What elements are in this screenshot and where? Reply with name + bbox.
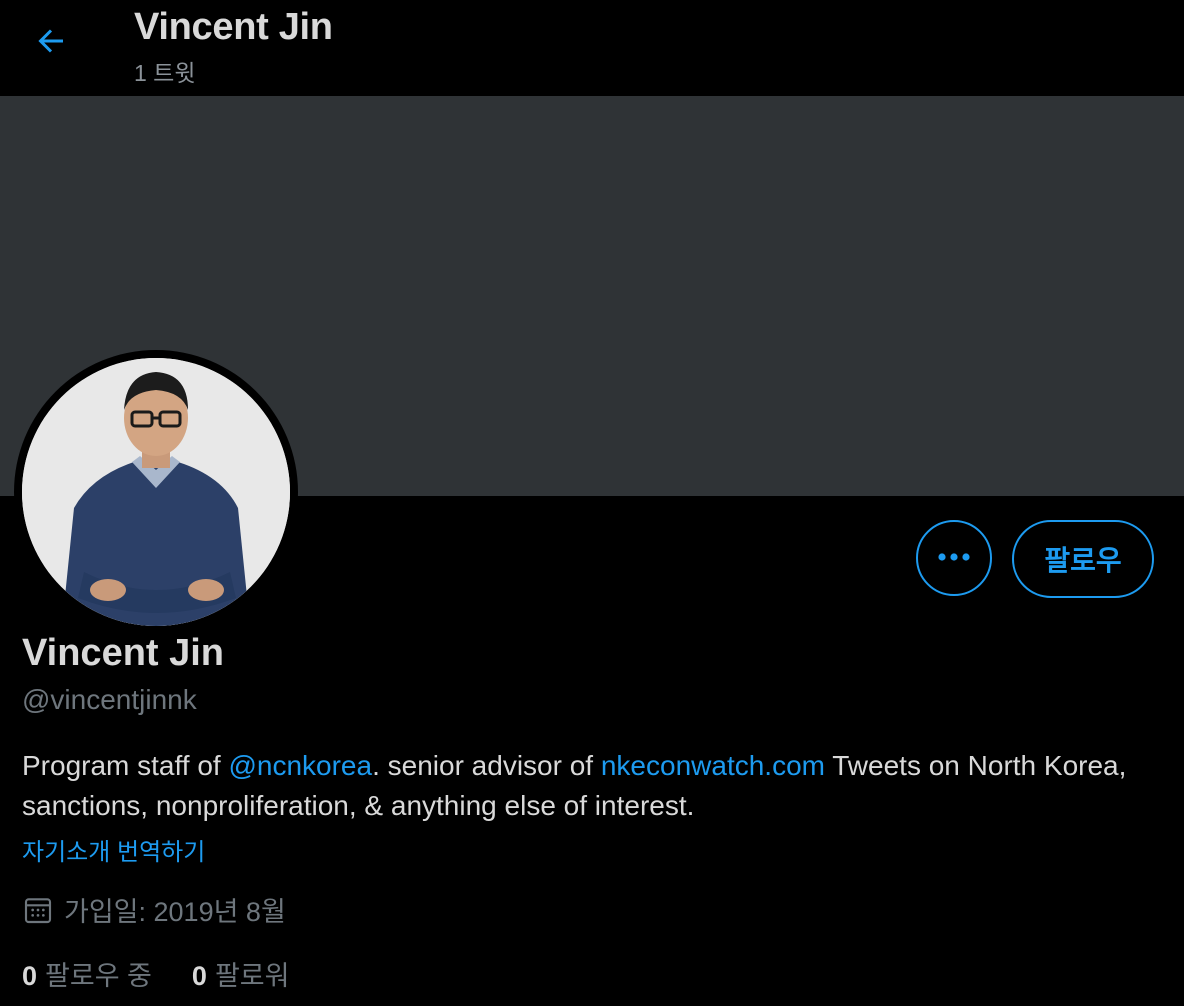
follow-button[interactable]: 팔로우 — [1012, 520, 1154, 598]
followers-count: 0 — [191, 961, 207, 991]
ellipsis-icon — [936, 549, 972, 567]
followers-link[interactable]: 0 팔로워 — [192, 954, 290, 993]
profile-bio: Program staff of @ncnkorea. senior advis… — [22, 746, 1162, 826]
back-button[interactable] — [22, 14, 80, 72]
profile-page: Vincent Jin 1 트윗 팔로우 Vincent Jin @vincen… — [0, 0, 1184, 1006]
following-link[interactable]: 0 팔로우 중 — [22, 954, 152, 993]
following-count: 0 — [22, 961, 38, 991]
calendar-icon — [22, 894, 54, 926]
more-options-button[interactable] — [916, 520, 992, 596]
followers-label: 팔로워 — [214, 961, 290, 991]
join-date: 가입일: 2019년 8월 — [22, 890, 286, 929]
join-date-text: 가입일: 2019년 8월 — [64, 897, 286, 927]
website-link[interactable]: nkeconwatch.com — [601, 750, 825, 781]
following-label: 팔로우 중 — [45, 961, 152, 991]
mention-link[interactable]: @ncnkorea — [228, 750, 372, 781]
top-header: Vincent Jin 1 트윗 — [0, 0, 1184, 96]
follow-stats: 0 팔로우 중 0 팔로워 — [22, 954, 329, 993]
profile-handle: @vincentjinnk — [22, 684, 197, 715]
translate-bio-link[interactable]: 자기소개 번역하기 — [22, 832, 205, 867]
avatar-photo — [22, 358, 290, 626]
avatar[interactable] — [14, 350, 298, 634]
tweet-count: 1 트윗 — [134, 60, 196, 86]
bio-text-1: Program staff of — [22, 750, 229, 781]
bio-text-2: . senior advisor of — [372, 750, 601, 781]
arrow-left-icon — [33, 23, 69, 64]
header-title: Vincent Jin — [134, 6, 333, 48]
profile-name: Vincent Jin — [22, 632, 225, 674]
